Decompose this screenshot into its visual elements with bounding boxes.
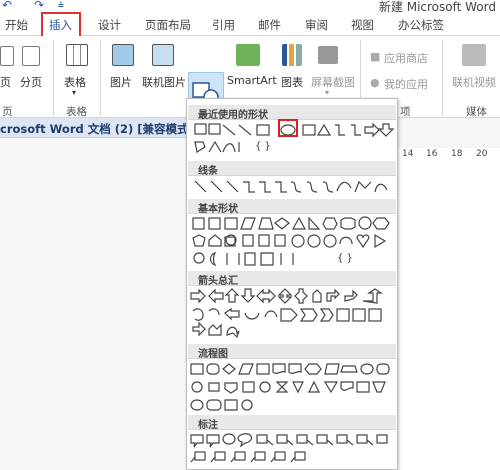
separator <box>442 40 443 116</box>
my-apps-icon: ● <box>370 76 380 89</box>
online-video-button[interactable]: 联机视频 <box>452 74 496 90</box>
section-title: 流程图 <box>198 349 228 360</box>
chevron-down-icon: ▾ <box>72 88 77 97</box>
ruler-tick: 16 <box>426 149 438 159</box>
redo-icon[interactable]: ↷ <box>34 0 44 12</box>
apps-group-label: 项 <box>400 106 411 118</box>
ruler: 14 16 18 20 <box>398 148 500 162</box>
window-title: 新建 Microsoft Word <box>378 0 496 14</box>
tab-design[interactable]: 设计 <box>98 17 121 33</box>
brace-shapes[interactable]: { } <box>337 253 353 264</box>
section-title: 线条 <box>198 166 218 177</box>
online-picture-icon <box>152 44 174 66</box>
store-button[interactable]: 应用商店 <box>384 50 428 66</box>
tab-home[interactable]: 开始 <box>5 17 28 33</box>
document-tab[interactable]: crosoft Word 文档 (2) [兼容模式] * <box>0 118 204 138</box>
separator <box>100 40 101 116</box>
customize-icon[interactable]: ⩮ <box>58 0 64 11</box>
shapes-gallery: 最近使用的形状 { } 线条 基本形状 { } 箭头总汇 流程图 标注 <box>186 98 398 470</box>
page-break-icon <box>22 46 40 66</box>
page-icon <box>0 46 14 66</box>
tab-office-tabs[interactable]: 办公标签 <box>398 17 444 33</box>
document-page[interactable] <box>398 162 500 470</box>
document-tab-label: crosoft Word 文档 (2) [兼容模式] * <box>0 122 204 136</box>
section-title: 箭头总汇 <box>198 276 238 287</box>
page-button[interactable]: 页 <box>0 74 11 90</box>
chart-icon <box>282 44 302 66</box>
section-callouts: 标注 <box>188 415 396 431</box>
section-lines: 线条 <box>188 161 396 177</box>
separator <box>53 40 54 116</box>
section-basic: 基本形状 <box>188 199 396 215</box>
smartart-button[interactable]: SmartArt <box>227 74 277 87</box>
flowchart-shapes[interactable] <box>187 361 397 413</box>
table-icon <box>66 44 88 66</box>
tab-review[interactable]: 审阅 <box>305 17 328 33</box>
section-title: 基本形状 <box>198 204 238 215</box>
arrow-shapes[interactable] <box>187 287 397 341</box>
online-picture-button[interactable]: 联机图片 <box>142 74 186 90</box>
section-title: 最近使用的形状 <box>198 110 268 121</box>
ruler-tick: 20 <box>476 149 488 159</box>
tab-view[interactable]: 视图 <box>351 17 374 33</box>
section-title: 标注 <box>198 420 218 431</box>
tab-insert[interactable]: 插入 <box>41 12 81 36</box>
oval-shape-selected[interactable] <box>278 119 298 137</box>
my-apps-button[interactable]: 我的应用 <box>384 76 428 92</box>
section-recent: 最近使用的形状 <box>188 105 396 121</box>
picture-icon <box>112 44 134 66</box>
ruler-tick: 14 <box>402 149 414 159</box>
page-break-button[interactable]: 分页 <box>20 74 42 90</box>
screenshot-button[interactable]: 屏幕截图 <box>311 74 355 90</box>
section-flowchart: 流程图 <box>188 344 396 360</box>
screenshot-icon <box>318 46 338 64</box>
section-arrows: 箭头总汇 <box>188 271 396 287</box>
brace-shapes[interactable]: { } <box>255 141 271 152</box>
smartart-icon <box>236 44 260 66</box>
media-group-label: 媒体 <box>466 106 487 118</box>
callout-shapes[interactable] <box>187 432 397 466</box>
ruler-tick: 18 <box>451 149 463 159</box>
tab-mailings[interactable]: 邮件 <box>258 17 281 33</box>
video-icon <box>462 44 486 66</box>
chart-button[interactable]: 图表 <box>281 74 303 90</box>
tab-layout[interactable]: 页面布局 <box>145 17 191 33</box>
store-icon: ■ <box>370 50 381 63</box>
picture-button[interactable]: 图片 <box>110 74 132 90</box>
undo-icon[interactable]: ↶ <box>2 0 12 12</box>
chevron-down-icon: ▾ <box>325 88 330 97</box>
pages-group-label: 页 <box>2 106 13 118</box>
tables-group-label: 表格 <box>66 106 87 118</box>
basic-shapes[interactable] <box>187 215 397 269</box>
line-shapes[interactable] <box>187 178 397 198</box>
tab-references[interactable]: 引用 <box>212 17 235 33</box>
tab-insert-label: 插入 <box>49 18 72 32</box>
